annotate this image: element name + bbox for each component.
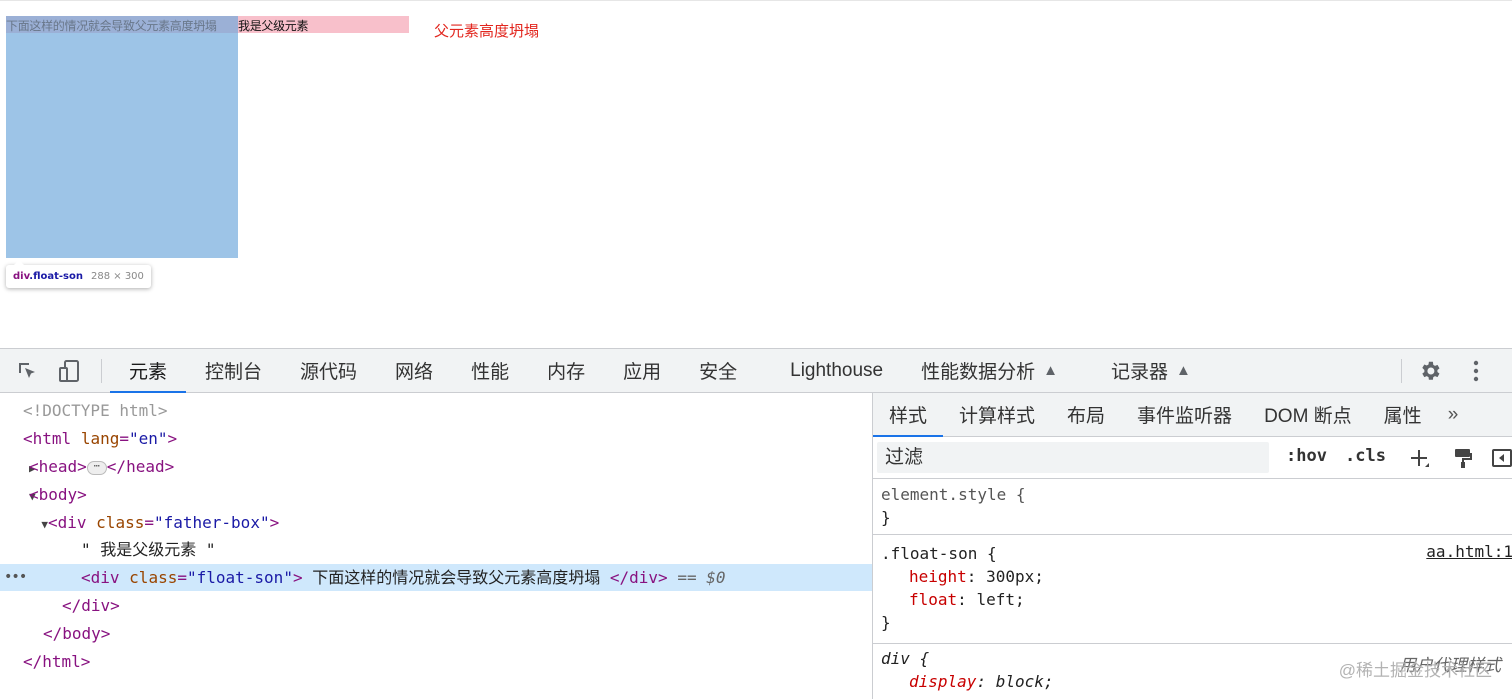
float-son-text: 下面这样的情况就会导致父元素高度坍塌 [6, 19, 217, 33]
tab-security[interactable]: 安全 [680, 349, 771, 392]
tab-performance[interactable]: 性能 [452, 349, 528, 392]
styles-pane: 样式 计算样式 布局 事件监听器 DOM 断点 属性 » :hov .cls e… [872, 393, 1512, 699]
dom-node-div-close[interactable]: </div> [0, 592, 872, 619]
tab-event-listeners[interactable]: 事件监听器 [1121, 393, 1248, 436]
tab-console[interactable]: 控制台 [186, 349, 281, 392]
close-brace: } [881, 508, 891, 527]
selector-element-style[interactable]: element.style { [873, 483, 1512, 506]
gear-icon[interactable] [1418, 359, 1442, 383]
prop-float[interactable]: float: left; [873, 588, 1512, 611]
tab-lighthouse[interactable]: Lighthouse [771, 349, 902, 392]
tab-computed[interactable]: 计算样式 [943, 393, 1051, 436]
dom-node-body-close[interactable]: </body> [0, 620, 872, 647]
expand-triangle-icon[interactable]: ▶ [0, 455, 36, 482]
collapse-triangle-icon[interactable]: ▼ [0, 511, 48, 538]
rule-float-son: .float-son { aa.html:1 height: 300px; fl… [873, 540, 1512, 644]
tab-elements[interactable]: 元素 [110, 349, 187, 393]
cls-toggle[interactable]: .cls [1345, 446, 1386, 466]
row-dots-icon[interactable]: ••• [4, 564, 27, 591]
dom-node-head[interactable]: ▶<head> ⋯ </head> [0, 453, 872, 480]
tab-memory[interactable]: 内存 [528, 349, 604, 392]
styles-filter-bar: :hov .cls [873, 437, 1512, 479]
dom-node-html-close[interactable]: </html> [0, 648, 872, 675]
collapse-triangle-icon[interactable]: ▼ [0, 483, 36, 510]
plus-icon[interactable] [1406, 445, 1432, 471]
dom-node-body[interactable]: ▼<body> [0, 481, 872, 508]
dom-node-float-son-selected[interactable]: ••• <div class="float-son"> 下面这样的情况就会导致父… [0, 564, 872, 591]
page-viewport: 下面这样的情况就会导致父元素高度坍塌 我是父级元素 父元素高度坍塌 div.fl… [0, 0, 1512, 348]
watermark: @稀土掘金技术社区 [1338, 661, 1492, 680]
tab-network[interactable]: 网络 [376, 349, 452, 392]
tab-properties[interactable]: 属性 [1368, 393, 1438, 436]
styles-tabs: 样式 计算样式 布局 事件监听器 DOM 断点 属性 » [873, 393, 1512, 437]
dom-node-doctype[interactable]: <!DOCTYPE html> [0, 397, 872, 424]
tooltip-size: 288 × 300 [91, 271, 144, 282]
prop-height[interactable]: height: 300px; [873, 565, 1512, 588]
rule-element-style: element.style { } [873, 481, 1512, 535]
devtools-panel: 元素 控制台 源代码 网络 性能 内存 应用 安全 Lighthouse 性能数… [0, 348, 1512, 699]
father-box-text: 我是父级元素 [238, 19, 309, 33]
tab-styles[interactable]: 样式 [873, 393, 944, 437]
more-tabs-icon[interactable]: » [1438, 393, 1469, 436]
device-toolbar-icon[interactable] [57, 359, 81, 383]
tab-recorder[interactable]: 记录器 ▲ [1092, 349, 1210, 392]
inspect-cursor-icon[interactable] [15, 359, 39, 383]
selector-float-son[interactable]: .float-son { [873, 542, 1512, 565]
devtools-tabs: 元素 控制台 源代码 网络 性能 内存 应用 安全 Lighthouse 性能数… [110, 349, 1210, 393]
tab-application[interactable]: 应用 [604, 349, 680, 392]
kebab-menu-icon[interactable] [1464, 359, 1488, 383]
close-brace: } [881, 613, 891, 632]
flask-icon: ▲ [1043, 362, 1058, 379]
float-son-box[interactable] [6, 16, 238, 258]
toolbar-divider [101, 359, 102, 383]
inspect-tooltip: div.float-son 288 × 300 [6, 260, 151, 288]
hov-toggle[interactable]: :hov [1286, 446, 1327, 466]
tab-layout[interactable]: 布局 [1051, 393, 1121, 436]
tab-performance-insights[interactable]: 性能数据分析 ▲ [902, 349, 1092, 392]
dom-text-node[interactable]: " 我是父级元素 " [0, 536, 872, 563]
toggle-sidebar-icon[interactable] [1489, 445, 1512, 471]
tab-dom-breakpoints[interactable]: DOM 断点 [1248, 393, 1368, 436]
flask-icon: ▲ [1175, 362, 1191, 379]
paint-roller-icon[interactable] [1450, 445, 1476, 471]
elements-tree: <!DOCTYPE html> <html lang="en"> ▶<head>… [0, 393, 872, 699]
collapse-note: 父元素高度坍塌 [434, 22, 540, 40]
tab-sources[interactable]: 源代码 [281, 349, 376, 392]
dom-node-html[interactable]: <html lang="en"> [0, 425, 872, 452]
devtools-toolbar: 元素 控制台 源代码 网络 性能 内存 应用 安全 Lighthouse 性能数… [0, 348, 1512, 393]
dom-node-father-box[interactable]: ▼<div class="father-box"> [0, 509, 872, 536]
ellipsis-badge[interactable]: ⋯ [86, 460, 107, 475]
source-link[interactable]: aa.html:1 [1426, 540, 1512, 563]
tooltip-selector: div.float-son [13, 271, 83, 282]
styles-filter-input[interactable] [877, 442, 1269, 473]
toolbar-divider [1401, 359, 1402, 383]
